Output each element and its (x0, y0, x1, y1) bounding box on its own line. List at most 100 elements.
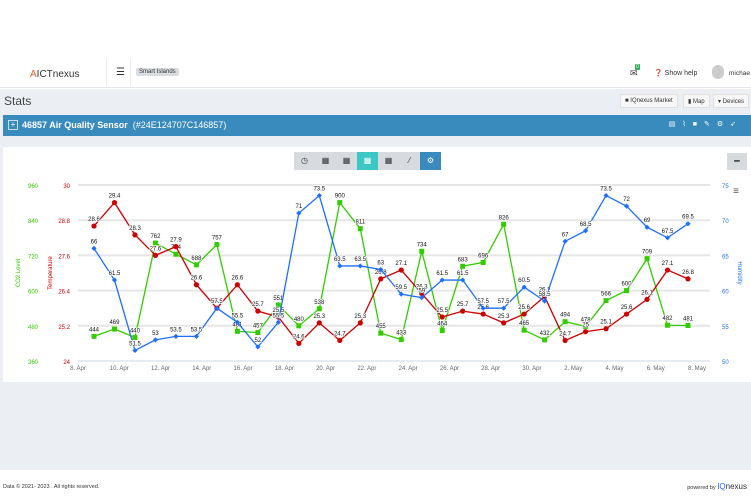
data-label: 464 (437, 321, 448, 327)
x-tick-label: 4. May (605, 366, 623, 372)
data-point (152, 337, 159, 343)
data-point (460, 308, 466, 314)
x-tick-label: 22. Apr (357, 366, 376, 372)
x-tick-label: 18. Apr (275, 366, 294, 372)
data-point (603, 326, 609, 332)
data-point (419, 248, 425, 254)
axis-tick-label: 75 (722, 184, 729, 190)
data-point (501, 221, 507, 227)
data-label: 457 (253, 324, 264, 330)
data-label: 433 (396, 331, 407, 337)
series-line-2 (93, 194, 689, 352)
x-tick-label: 8. Apr (70, 366, 86, 372)
data-label: 24.6 (293, 334, 305, 340)
axis-tick-label: 65 (722, 254, 729, 260)
data-label: 481 (683, 317, 694, 323)
data-label: 29.4 (109, 194, 121, 200)
data-label: 25.6 (621, 305, 633, 311)
data-point (644, 296, 650, 302)
axis-tick-label: 27.6 (58, 254, 70, 260)
data-point (562, 238, 568, 244)
x-tick-label: 16. Apr (234, 366, 253, 372)
data-label: 696 (478, 253, 489, 259)
data-point (582, 228, 589, 234)
data-point (357, 263, 363, 269)
axis-tick-label: 50 (722, 360, 729, 366)
data-label: 61.5 (457, 271, 469, 277)
data-point (501, 320, 507, 326)
data-label: 67.5 (662, 229, 674, 235)
data-label: 811 (355, 220, 365, 226)
data-point (378, 330, 384, 336)
data-label: 566 (601, 292, 612, 298)
data-label: 432 (540, 331, 551, 337)
data-label: 482 (663, 316, 674, 322)
data-point (480, 311, 486, 317)
x-tick-label: 24. Apr (399, 366, 418, 372)
data-label: 480 (294, 317, 305, 323)
data-label: 24.7 (559, 331, 571, 337)
data-point (152, 240, 158, 246)
data-label: 26.6 (232, 276, 244, 282)
data-label: 28.3 (129, 226, 141, 232)
data-label: 25.3 (313, 314, 325, 320)
footer-copyright: Data © 2021- 2023 . All rights reserved. (3, 484, 100, 490)
data-label: 57.5 (477, 299, 489, 305)
data-label: 25.7 (252, 302, 264, 308)
data-label: 69.5 (682, 215, 694, 221)
data-point (132, 335, 138, 341)
data-label: 63.5 (354, 257, 366, 263)
data-label: 538 (314, 300, 325, 306)
data-point (665, 322, 671, 328)
data-label: 25.3 (498, 314, 510, 320)
data-label: 73.5 (313, 187, 325, 193)
axis-tick-label: 25.2 (58, 325, 70, 331)
data-label: 55.5 (273, 313, 285, 319)
data-point (480, 259, 486, 265)
axis-tick-label: 360 (28, 360, 39, 366)
data-label: 25.6 (518, 305, 530, 311)
data-point (275, 302, 281, 308)
data-point (439, 327, 445, 333)
data-point (255, 330, 261, 336)
iqnexus-logo: IQ (717, 482, 726, 491)
data-label: 25.1 (600, 320, 612, 326)
data-label: 61.5 (109, 271, 121, 277)
x-tick-label: 28. Apr (481, 366, 500, 372)
data-label: 27.9 (170, 238, 182, 244)
data-label: 72 (623, 197, 630, 203)
data-label: 53.5 (170, 327, 182, 333)
x-tick-label: 30. Apr (522, 366, 541, 372)
x-tick-label: 2. May (564, 366, 582, 372)
axis-tick-label: 600 (28, 290, 39, 296)
data-point (214, 242, 220, 248)
data-label: 69 (644, 218, 651, 224)
data-label: 444 (89, 327, 100, 333)
data-label: 900 (335, 194, 346, 200)
axis-title: Temperature (48, 255, 54, 289)
data-label: 762 (150, 234, 161, 240)
axis-title: Humidity (736, 261, 742, 284)
data-point (582, 329, 589, 335)
data-point (603, 192, 609, 199)
data-label: 63 (377, 260, 384, 266)
data-point (132, 347, 138, 354)
data-point (521, 327, 527, 333)
data-label: 600 (622, 282, 633, 288)
data-point (398, 267, 404, 273)
data-point (111, 200, 118, 206)
data-point (603, 298, 609, 304)
data-label: 25.7 (457, 302, 469, 308)
data-point (439, 314, 445, 320)
footer-powered: powered by IQnexus (687, 482, 747, 491)
data-point (357, 226, 363, 232)
data-label: 63.5 (334, 257, 346, 263)
data-label: 826 (499, 215, 510, 221)
data-label: 59 (418, 289, 425, 295)
data-point (337, 200, 343, 206)
series-line-0 (93, 201, 689, 341)
x-tick-label: 6. May (647, 366, 665, 372)
x-tick-label: 20. Apr (316, 366, 335, 372)
data-point (193, 282, 200, 288)
x-tick-label: 10. Apr (110, 366, 129, 372)
